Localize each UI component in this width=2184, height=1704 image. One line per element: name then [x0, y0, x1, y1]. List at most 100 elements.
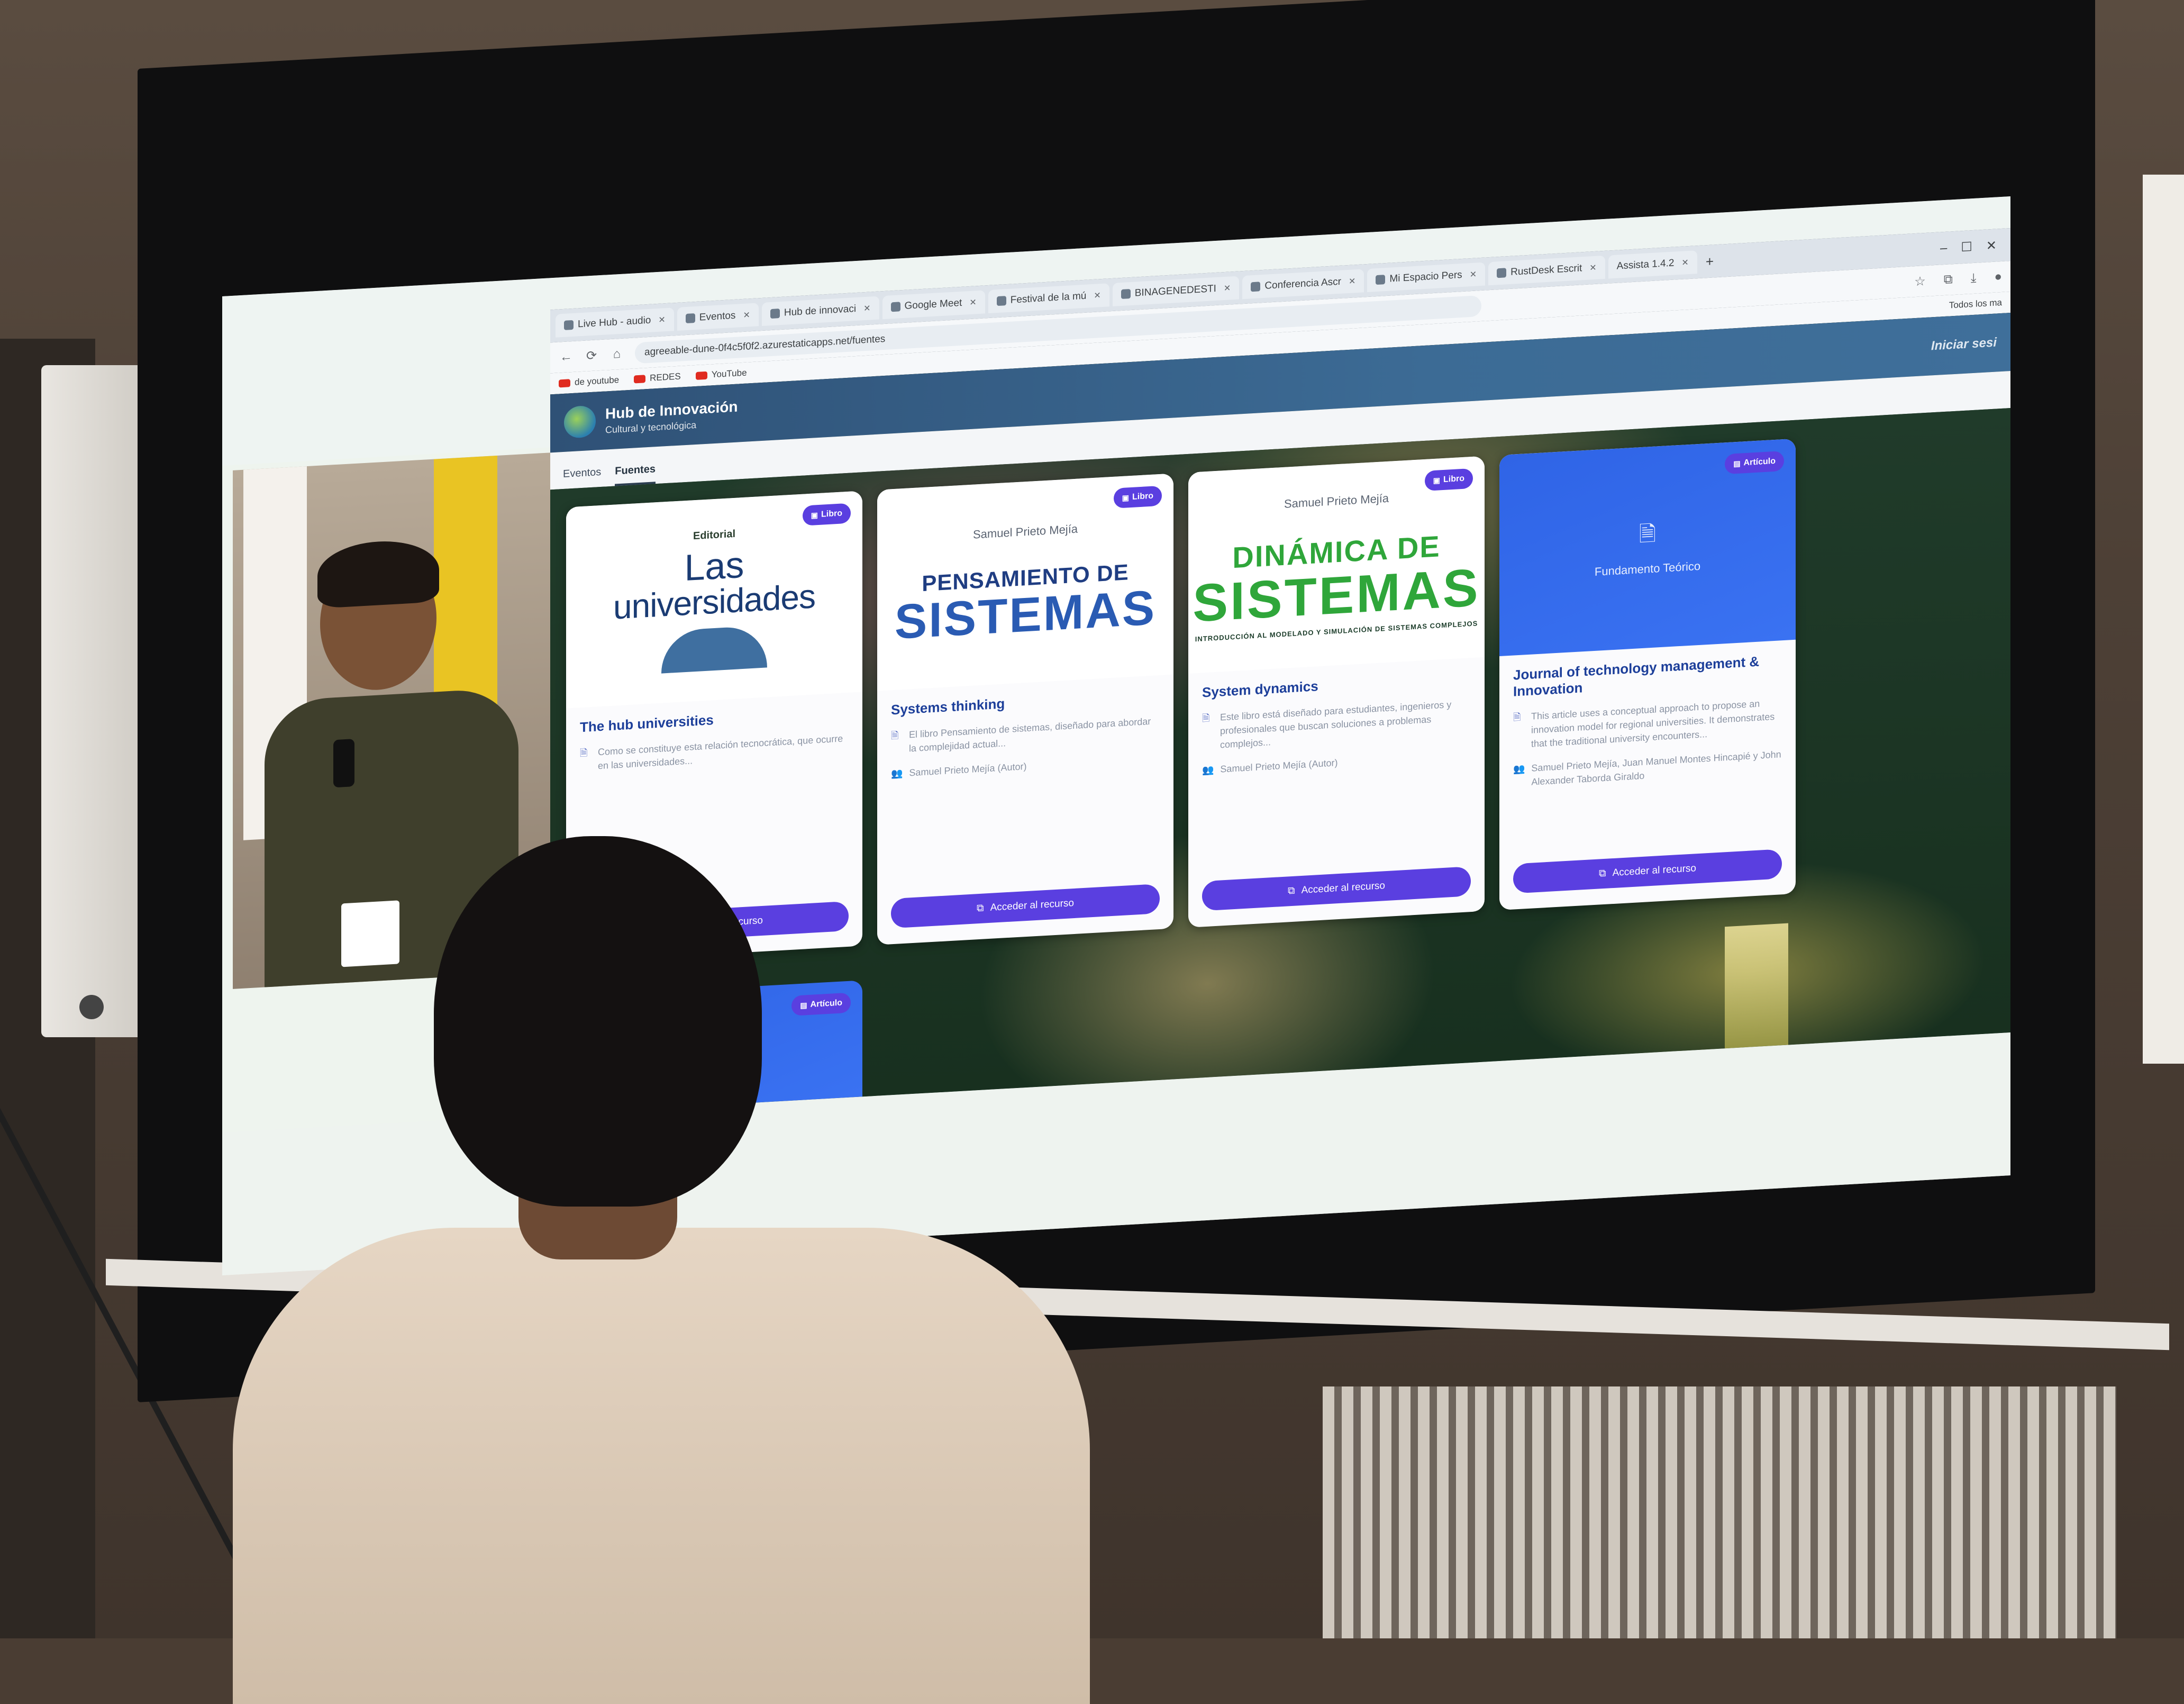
minimize-button[interactable]: – [1940, 240, 1947, 256]
tab-close-icon[interactable]: ✕ [969, 297, 976, 308]
article-icon: ▤ [1733, 459, 1741, 468]
description-text: Este libro está diseñado para estudiante… [1220, 699, 1452, 750]
card-description: 🗎 El libro Pensamiento de sistemas, diseñ… [891, 714, 1160, 757]
access-resource-button[interactable]: ⧉ Acceder al recurso [1202, 866, 1471, 911]
card-body: Journal of technology management & Innov… [1499, 640, 1796, 910]
tab-label: Mi Espacio Pers [1389, 269, 1462, 285]
card-authors: 👥 Samuel Prieto Mejía, Juan Manuel Montes… [1513, 747, 1782, 790]
bookmark-item[interactable]: REDES [634, 371, 681, 385]
all-bookmarks-button[interactable]: Todos los ma [1949, 297, 2002, 311]
tab-label: Hub de innovaci [784, 303, 857, 319]
browser-tab[interactable]: Festival de la mú ✕ [988, 283, 1109, 314]
nav-tab-eventos[interactable]: Eventos [563, 466, 601, 489]
reload-button[interactable]: ⟳ [584, 348, 599, 364]
speaker-logo [79, 995, 104, 1019]
tab-close-icon[interactable]: ✕ [1470, 269, 1477, 280]
back-button[interactable]: ← [559, 349, 574, 365]
type-badge: ▤ Artículo [1725, 450, 1784, 475]
card-authors: 👥 Samuel Prieto Mejía (Autor) [1202, 748, 1471, 777]
tab-favicon-icon [564, 320, 574, 330]
cover-title-line2: SISTEMAS [894, 581, 1157, 649]
new-tab-button[interactable]: + [1700, 252, 1719, 270]
tab-close-icon[interactable]: ✕ [658, 314, 665, 325]
card-description: 🗎 This article uses a conceptual approach… [1513, 695, 1782, 752]
download-icon[interactable]: ⤓ [1971, 270, 1977, 286]
web-page: Hub de Innovación Cultural y tecnológica… [550, 313, 2010, 1114]
tab-favicon-icon [1251, 282, 1261, 292]
redes-icon [634, 374, 646, 383]
address-bar-url: agreeable-dune-0f4c5f0f2.azurestaticapps… [644, 333, 886, 358]
card-title: Systems thinking [891, 695, 1005, 718]
tab-close-icon[interactable]: ✕ [1589, 262, 1596, 274]
home-button[interactable]: ⌂ [609, 347, 624, 362]
tab-label: BINAGENEDESTI [1134, 283, 1216, 299]
browser-tab[interactable]: Google Meet ✕ [882, 290, 985, 320]
button-label: Acceder al recurso [1301, 880, 1385, 896]
tab-close-icon[interactable]: ✕ [743, 310, 750, 321]
profile-icon[interactable]: ● [1995, 269, 2003, 285]
badge-label: Artículo [810, 998, 842, 1009]
tab-label: Google Meet [904, 297, 962, 312]
bookmark-star-icon[interactable]: ☆ [1914, 273, 1926, 289]
radiator [1323, 1386, 2116, 1638]
access-resource-button[interactable]: ⧉ Acceder al recurso [1513, 849, 1782, 894]
browser-tab[interactable]: Hub de innovaci ✕ [761, 296, 879, 326]
browser-tab[interactable]: Conferencia Ascr ✕ [1242, 269, 1364, 300]
access-resource-button[interactable]: ⧉ Acceder al recurso [891, 883, 1160, 929]
tab-close-icon[interactable]: ✕ [1224, 283, 1231, 294]
nav-tab-fuentes[interactable]: Fuentes [615, 463, 656, 486]
close-window-button[interactable]: ✕ [1986, 238, 1997, 253]
tab-favicon-icon [996, 296, 1006, 306]
browser-tab[interactable]: RustDesk Escrit ✕ [1488, 255, 1605, 286]
button-label: Acceder al recurso [1612, 863, 1696, 879]
authors-text: Samuel Prieto Mejía (Autor) [909, 761, 1027, 778]
bookmark-item[interactable]: de youtube [559, 375, 619, 388]
browser-tab[interactable]: Mi Espacio Pers ✕ [1367, 262, 1486, 292]
browser-tab-active[interactable]: Assista 1.4.2 ✕ [1608, 250, 1697, 279]
toolbar-actions: ☆ ⧉ ⤓ ● [1914, 269, 2002, 289]
tab-favicon-icon [1121, 289, 1131, 300]
tab-label: RustDesk Escrit [1510, 262, 1582, 278]
tab-label: Festival de la mú [1010, 290, 1087, 306]
site-logo[interactable] [564, 405, 596, 439]
speaker-hair [317, 538, 439, 609]
card-description: 🗎 Como se constituye esta relación tecnoc… [580, 731, 849, 774]
tab-close-icon[interactable]: ✕ [1681, 257, 1688, 268]
tab-close-icon[interactable]: ✕ [1349, 276, 1355, 287]
tab-label: Live Hub - audio [578, 314, 651, 330]
tab-close-icon[interactable]: ✕ [863, 303, 870, 314]
speaker-badge [341, 900, 399, 967]
browser-tab[interactable]: Eventos ✕ [677, 303, 759, 331]
audience-member-head [434, 836, 762, 1207]
button-label: Acceder al recurso [990, 897, 1074, 913]
cover-title-line1: Las [684, 543, 744, 588]
bookmark-item[interactable]: YouTube [695, 368, 747, 381]
document-icon: 🗎 [1639, 522, 1657, 547]
type-badge: ▤ Artículo [791, 992, 851, 1016]
card-body: System dynamics 🗎 Este libro está diseñad… [1188, 657, 1485, 928]
resource-card: ▣ Libro Samuel Prieto Mejía PENSAMIENTO D… [877, 473, 1173, 945]
badge-label: Libro [1132, 491, 1153, 502]
tab-favicon-icon [685, 313, 695, 324]
audience-member-shirt [233, 1228, 1090, 1704]
type-badge: ▣ Libro [1113, 485, 1162, 509]
card-authors: 👥 Samuel Prieto Mejía (Autor) [891, 752, 1160, 781]
cover-label: Fundamento Teórico [1594, 559, 1701, 578]
cover-author: Samuel Prieto Mejía [972, 522, 1078, 541]
description-text: This article uses a conceptual approach … [1531, 698, 1775, 749]
document-icon: 🗎 [891, 730, 899, 741]
tab-close-icon[interactable]: ✕ [1094, 290, 1100, 301]
book-icon: ▣ [1433, 475, 1440, 485]
tab-label: Eventos [699, 310, 736, 323]
extensions-icon[interactable]: ⧉ [1944, 272, 1953, 288]
card-description: 🗎 Este libro está diseñado para estudiant… [1202, 696, 1471, 753]
youtube-icon [559, 378, 570, 387]
browser-tab[interactable]: BINAGENEDESTI ✕ [1112, 276, 1240, 306]
card-title: Journal of technology management & Innov… [1513, 653, 1760, 700]
window-controls: – ☐ ✕ [1940, 237, 2010, 256]
login-link[interactable]: Iniciar sesi [1931, 335, 1997, 354]
card-title: The hub universities [580, 712, 714, 736]
browser-tab[interactable]: Live Hub - audio ✕ [556, 307, 674, 338]
card-title: System dynamics [1202, 678, 1318, 701]
maximize-button[interactable]: ☐ [1961, 239, 1972, 255]
